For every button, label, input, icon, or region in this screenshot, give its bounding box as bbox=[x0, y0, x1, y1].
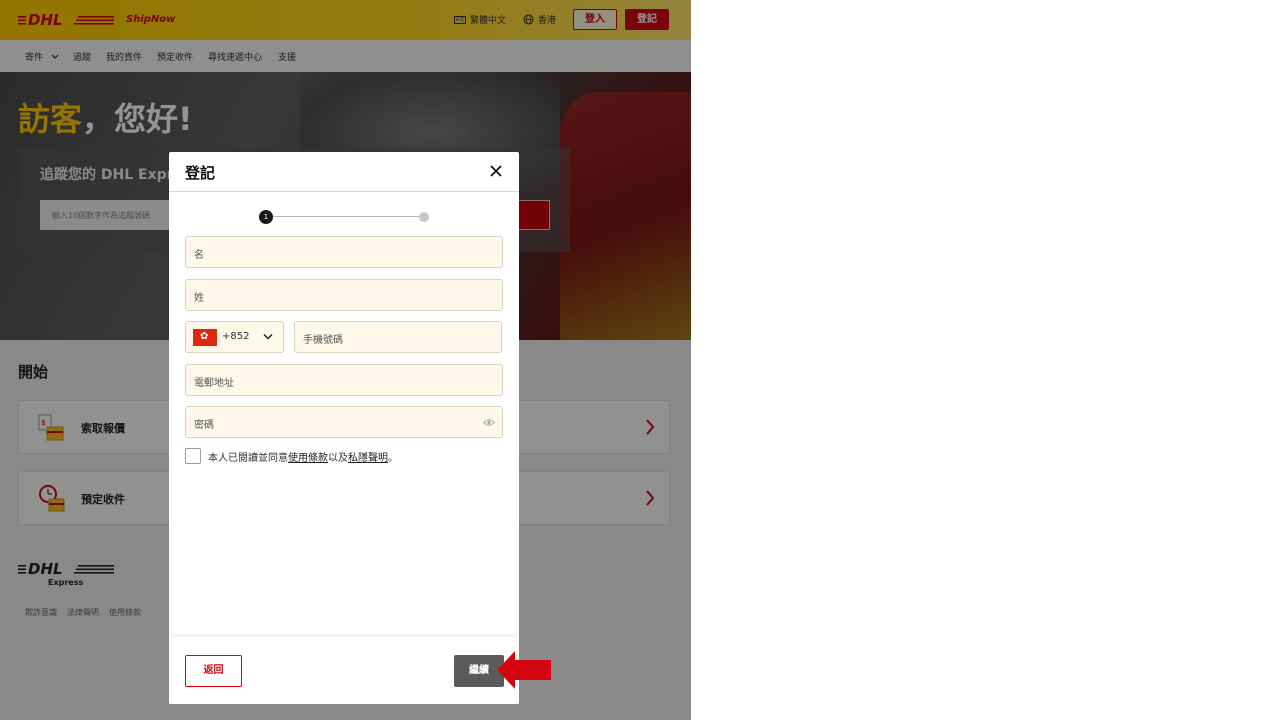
step-current: 1 bbox=[259, 210, 273, 224]
last-name-field[interactable]: 姓 bbox=[185, 279, 503, 311]
dialog-footer: 返回 繼續 bbox=[169, 637, 519, 704]
terms-agreement: 本人已閱讀並同意 使用條款 以及 私隱聲明。 bbox=[185, 448, 398, 464]
first-name-field[interactable]: 名 bbox=[185, 236, 503, 268]
chevron-down-icon bbox=[263, 333, 273, 340]
red-arrow-annotation-icon bbox=[497, 651, 551, 689]
progress-stepper: 1 bbox=[259, 210, 429, 224]
dialog-title: 登記 bbox=[185, 164, 216, 182]
email-field[interactable]: 電郵地址 bbox=[185, 364, 503, 396]
terms-of-use-link[interactable]: 使用條款 bbox=[288, 449, 328, 464]
back-button[interactable]: 返回 bbox=[185, 655, 242, 687]
privacy-policy-link[interactable]: 私隱聲明 bbox=[348, 449, 388, 464]
hong-kong-flag-icon: ✿ bbox=[193, 329, 217, 346]
country-code-select[interactable]: ✿ +852 bbox=[185, 321, 284, 353]
terms-checkbox[interactable] bbox=[185, 448, 201, 464]
step-next bbox=[419, 212, 429, 222]
agree-middle: 以及 bbox=[328, 452, 348, 464]
dialog-header: 登記 bbox=[169, 152, 519, 192]
mobile-number-field[interactable]: 手機號碼 bbox=[294, 321, 502, 353]
close-icon[interactable] bbox=[489, 164, 503, 178]
dial-code: +852 bbox=[222, 331, 250, 342]
agree-prefix: 本人已閱讀並同意 bbox=[208, 452, 288, 464]
dhl-shipnow-app: DHL ShipNow A文 繁體中文 香港 登入 登記 寄件 追蹤 我的貨件 … bbox=[0, 0, 691, 720]
show-password-icon[interactable] bbox=[483, 418, 495, 427]
password-field[interactable]: 密碼 bbox=[185, 406, 503, 438]
agree-suffix: 。 bbox=[388, 452, 398, 464]
register-dialog: 登記 1 名 姓 ✿ +852 手機號碼 電郵地址 密碼 本人已閱讀並同意 使用… bbox=[169, 152, 519, 704]
